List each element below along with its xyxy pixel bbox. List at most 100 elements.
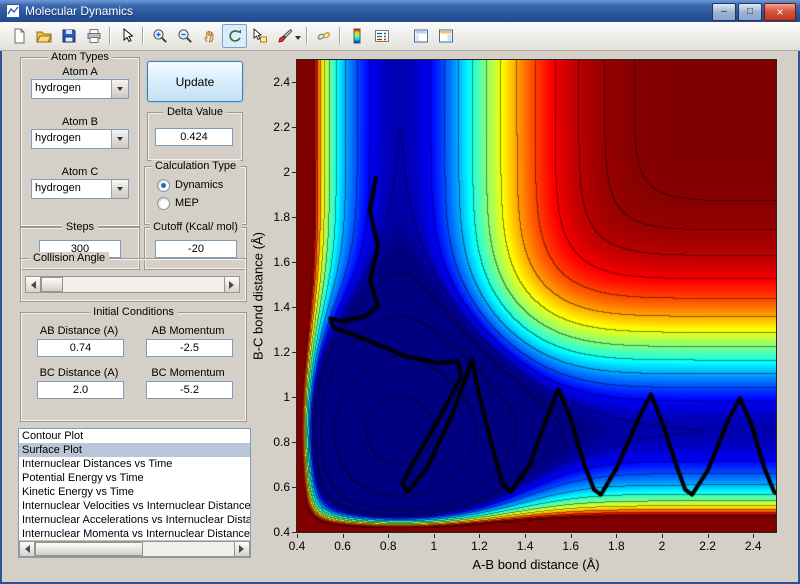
y-tick-label: 2 (283, 165, 290, 180)
edit-plot-icon[interactable] (114, 24, 139, 48)
radio-mep-label: MEP (175, 197, 199, 209)
x-tick-label: 1.2 (471, 539, 488, 553)
list-item[interactable]: Internuclear Velocities vs Internuclear … (19, 499, 250, 513)
x-tick-label: 0.8 (379, 539, 397, 553)
atom-a-label: Atom A (62, 66, 98, 78)
new-figure-icon[interactable] (6, 24, 31, 48)
collision-angle-slider[interactable] (25, 276, 240, 293)
x-tick-mark (297, 534, 298, 538)
y-tick-mark (292, 307, 296, 309)
scroll-thumb[interactable] (35, 542, 143, 556)
molecular-dynamics-window: { "window": { "title": "Molecular Dynami… (0, 0, 800, 584)
x-tick-label: 2 (658, 539, 666, 553)
ab-distance-label: AB Distance (A) (39, 325, 119, 337)
y-tick-label: 2.2 (273, 120, 290, 135)
y-tick-label: 2.4 (273, 75, 290, 90)
zoom-out-icon[interactable] (172, 24, 197, 48)
scroll-left-button[interactable] (19, 541, 35, 557)
insert-colorbar-icon[interactable] (344, 24, 369, 48)
chevron-down-icon (117, 87, 123, 94)
x-tick-mark (342, 534, 344, 538)
x-tick-mark (433, 534, 435, 538)
plot-type-list: Contour Plot Surface Plot Internuclear D… (19, 429, 250, 541)
y-tick-mark (292, 217, 296, 219)
atom-a-select[interactable]: hydrogen (31, 79, 129, 99)
y-tick-label: 1.8 (273, 210, 290, 225)
y-tick-mark (292, 352, 296, 354)
x-tick-mark (707, 534, 709, 538)
close-button[interactable]: × (764, 3, 796, 21)
x-axis-label: A-B bond distance (Å) (472, 557, 600, 572)
list-item[interactable]: Internuclear Momenta vs Internuclear Dis… (19, 527, 250, 541)
x-tick-mark (753, 534, 755, 538)
list-item[interactable]: Kinetic Energy vs Time (19, 485, 250, 499)
y-tick-label: 0.8 (273, 435, 290, 450)
open-file-icon[interactable] (31, 24, 56, 48)
chevron-down-icon (117, 137, 123, 144)
atom-b-select[interactable]: hydrogen (31, 129, 129, 149)
x-tick-label: 1.8 (607, 539, 625, 553)
slider-left-arrow[interactable] (25, 276, 41, 293)
x-tick-label: 1.6 (562, 539, 580, 553)
insert-legend-icon[interactable] (369, 24, 394, 48)
link-plot-icon[interactable] (311, 24, 336, 48)
delta-value-title: Delta Value (162, 106, 228, 119)
show-plot-tools-icon[interactable] (433, 24, 458, 48)
y-tick-mark (292, 172, 296, 174)
list-item-selected[interactable]: Surface Plot (19, 443, 250, 457)
ab-distance-field[interactable]: 0.74 (37, 339, 124, 357)
titlebar[interactable]: Molecular Dynamics – □ × (0, 0, 800, 22)
ab-momentum-field[interactable]: -2.5 (146, 339, 233, 357)
contour-plot-canvas[interactable] (297, 60, 776, 532)
cutoff-title: Cutoff (Kcal/ mol) (149, 221, 242, 234)
brush-dropdown-icon[interactable] (295, 35, 301, 43)
list-item[interactable]: Potential Energy vs Time (19, 471, 250, 485)
toolbar-separator (306, 27, 308, 45)
slider-thumb[interactable] (41, 277, 63, 292)
save-figure-icon[interactable] (56, 24, 81, 48)
maximize-button[interactable]: □ (738, 3, 762, 21)
x-tick-label: 0.4 (288, 539, 306, 553)
minimize-button[interactable]: – (712, 3, 736, 21)
x-tick-mark (661, 534, 663, 538)
atom-c-dropdown-button[interactable] (111, 180, 128, 198)
y-tick-mark (292, 487, 296, 489)
bc-momentum-field[interactable]: -5.2 (146, 381, 233, 399)
toolbar-separator (339, 27, 341, 45)
scroll-track[interactable] (35, 541, 234, 557)
listbox-horizontal-scrollbar[interactable] (19, 540, 250, 557)
y-tick-mark (292, 82, 296, 84)
x-tick-label: 2.2 (699, 539, 716, 553)
list-item[interactable]: Contour Plot (19, 429, 250, 443)
bc-distance-field[interactable]: 2.0 (37, 381, 124, 399)
radio-mep[interactable] (157, 196, 170, 210)
print-figure-icon[interactable] (81, 24, 106, 48)
hide-plot-tools-icon[interactable] (408, 24, 433, 48)
delta-value-panel: Delta Value 0.424 (147, 106, 243, 161)
window-title: Molecular Dynamics (25, 4, 134, 18)
plot-type-listbox: Contour Plot Surface Plot Internuclear D… (18, 428, 251, 558)
delta-value-field[interactable]: 0.424 (155, 128, 233, 146)
rotate-3d-icon[interactable] (222, 24, 247, 48)
atom-types-title: Atom Types (47, 51, 113, 64)
figure-toolbar (0, 22, 800, 51)
app-icon (6, 4, 20, 18)
atom-c-select[interactable]: hydrogen (31, 179, 129, 199)
data-cursor-icon[interactable] (247, 24, 272, 48)
pan-hand-icon[interactable] (197, 24, 222, 48)
brush-data-icon[interactable] (272, 24, 297, 48)
y-tick-mark (292, 262, 296, 264)
update-button[interactable]: Update (147, 61, 243, 102)
atom-b-dropdown-button[interactable] (111, 130, 128, 148)
list-item[interactable]: Internuclear Distances vs Time (19, 457, 250, 471)
radio-dynamics[interactable] (157, 178, 170, 192)
slider-right-arrow[interactable] (224, 276, 240, 293)
calculation-type-title: Calculation Type (150, 160, 241, 173)
zoom-in-icon[interactable] (147, 24, 172, 48)
list-item[interactable]: Internuclear Accelerations vs Internucle… (19, 513, 250, 527)
slider-track[interactable] (41, 276, 224, 293)
scroll-right-button[interactable] (234, 541, 250, 557)
x-tick-label: 0.6 (334, 539, 351, 553)
cutoff-field[interactable]: -20 (155, 240, 237, 258)
atom-a-dropdown-button[interactable] (111, 80, 128, 98)
